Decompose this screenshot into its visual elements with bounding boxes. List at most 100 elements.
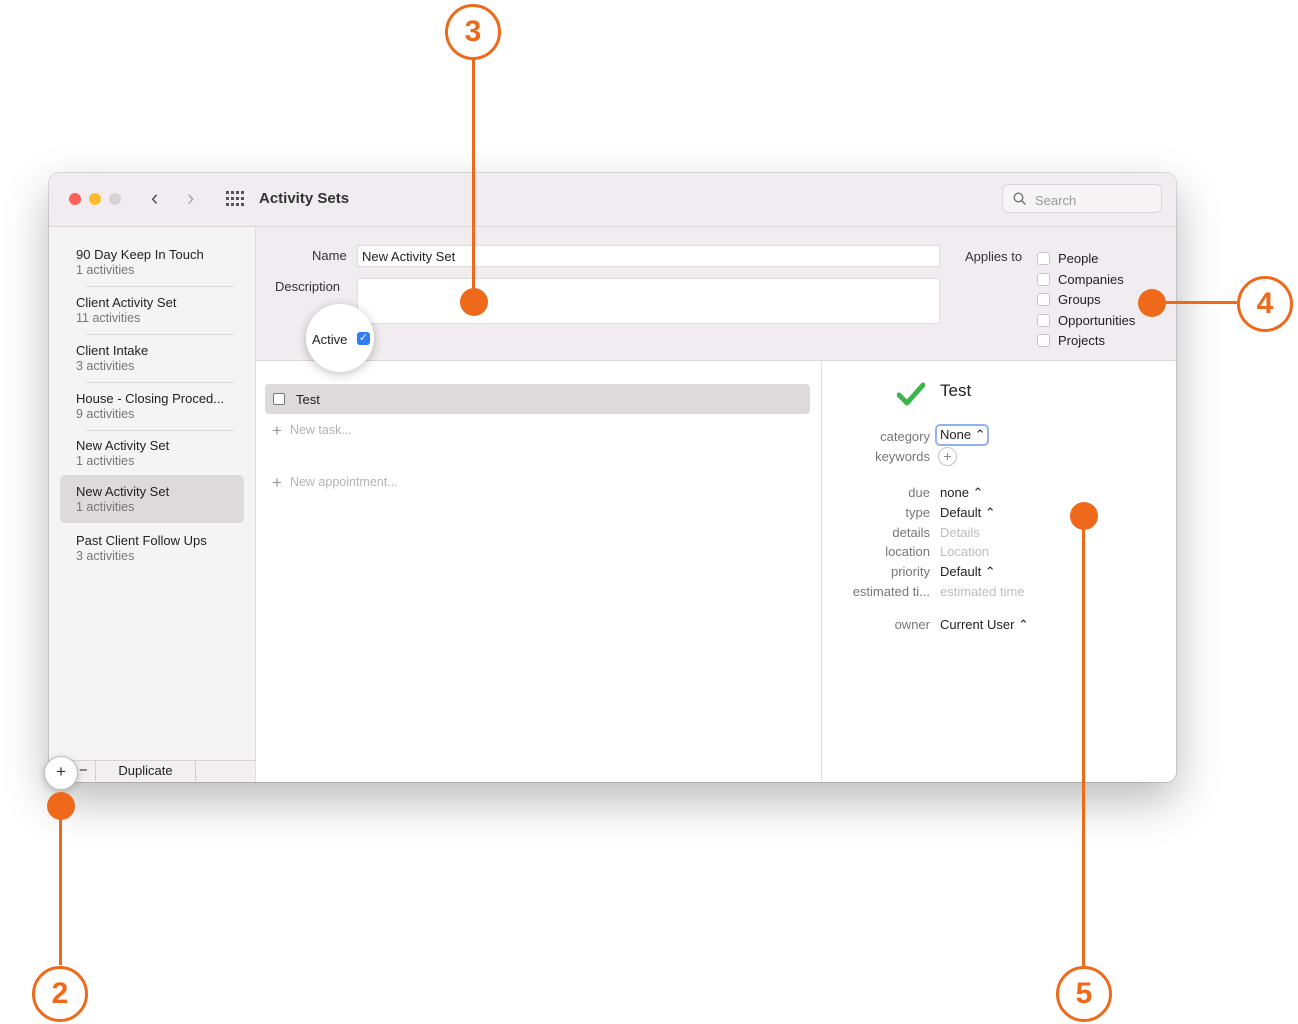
add-keyword-button[interactable]: + — [938, 447, 957, 466]
callout-5-line — [1082, 522, 1085, 966]
option-label: Companies — [1058, 272, 1124, 287]
location-field[interactable]: Location — [940, 544, 989, 559]
list-item-count: 11 activities — [76, 311, 141, 325]
list-item-count: 1 activities — [76, 263, 135, 277]
option-label: Opportunities — [1058, 313, 1136, 328]
name-field[interactable] — [357, 245, 940, 267]
list-footer-toolbar: − Duplicate — [49, 760, 255, 782]
new-task-label: New task... — [289, 423, 352, 437]
type-popup[interactable]: Default ⌃ — [940, 505, 996, 521]
priority-popup[interactable]: Default ⌃ — [940, 564, 996, 580]
new-task-button[interactable]: + New task... — [272, 421, 352, 441]
task-row[interactable]: Test — [265, 384, 810, 414]
activity-sets-window: ‹ › Activity Sets 90 Day Keep In Touch 1… — [49, 173, 1176, 782]
zoom-window-button[interactable] — [109, 193, 121, 205]
callout-5-dot — [1070, 502, 1098, 530]
remove-set-button[interactable]: − — [79, 761, 93, 780]
close-window-button[interactable] — [69, 193, 81, 205]
option-label: People — [1058, 251, 1099, 266]
list-item[interactable]: Client Intake 3 activities — [60, 334, 244, 383]
plus-icon: + — [272, 421, 282, 440]
callout-2-line — [59, 810, 62, 965]
activity-title: Test — [940, 381, 972, 400]
activity-list: Test + New task... + New appointment... — [256, 361, 822, 782]
callout-3-badge: 3 — [445, 4, 501, 60]
checkbox[interactable] — [1037, 252, 1050, 265]
checkbox[interactable] — [1037, 314, 1050, 327]
option-label: Groups — [1058, 292, 1101, 307]
checkbox[interactable] — [1037, 293, 1050, 306]
location-label: location — [885, 544, 930, 559]
list-item[interactable]: 90 Day Keep In Touch 1 activities — [60, 238, 244, 287]
list-item[interactable]: House - Closing Proced... 9 activities — [60, 382, 244, 431]
callout-3-dot — [460, 288, 488, 316]
task-title: Test — [296, 392, 320, 407]
duplicate-button[interactable]: Duplicate — [95, 761, 196, 781]
list-item-name: House - Closing Proced... — [76, 391, 225, 406]
search-input[interactable] — [1033, 190, 1157, 210]
checkbox[interactable] — [1037, 334, 1050, 347]
due-label: due — [908, 485, 930, 500]
window-title: Activity Sets — [259, 190, 350, 207]
list-item-count: 9 activities — [76, 407, 135, 421]
active-toggle-magnifier: Active ✓ — [306, 304, 374, 372]
app-grid-icon[interactable] — [226, 191, 244, 207]
callout-3-line — [472, 58, 475, 296]
list-item[interactable]: Client Activity Set 11 activities — [60, 286, 244, 335]
list-item-name: New Activity Set — [76, 484, 170, 499]
details-field[interactable]: Details — [940, 525, 980, 540]
plus-icon: + — [272, 473, 282, 492]
estimated-time-label: estimated ti... — [852, 584, 930, 599]
due-popup[interactable]: none ⌃ — [940, 485, 983, 501]
list-item-name: New Activity Set — [76, 438, 170, 453]
list-item-name: Past Client Follow Ups — [76, 533, 207, 548]
callout-4-badge: 4 — [1237, 276, 1293, 332]
callout-4-line — [1158, 301, 1238, 304]
estimated-time-field[interactable]: estimated time — [940, 584, 1025, 599]
search-field[interactable] — [1002, 184, 1162, 213]
list-item-name: 90 Day Keep In Touch — [76, 247, 204, 262]
owner-label: owner — [894, 617, 930, 632]
activity-detail-panel: Test category None ⌃ keywords + due none… — [822, 361, 1176, 782]
checkbox[interactable] — [1037, 273, 1050, 286]
back-icon[interactable]: ‹ — [151, 187, 158, 209]
callout-2-dot — [47, 792, 75, 820]
list-item-count: 3 activities — [76, 549, 135, 563]
new-appointment-label: New appointment... — [289, 475, 398, 489]
task-checkbox[interactable] — [273, 393, 285, 405]
list-item[interactable]: Past Client Follow Ups 3 activities — [60, 524, 244, 572]
description-label: Description — [275, 279, 341, 294]
type-label: type — [905, 505, 930, 520]
category-popup[interactable]: None ⌃ — [935, 424, 989, 446]
add-set-button[interactable]: + — [44, 756, 78, 790]
active-checkbox[interactable]: ✓ — [357, 332, 370, 345]
list-item-name: Client Intake — [76, 343, 149, 358]
priority-label: priority — [890, 564, 930, 579]
callout-2-badge: 2 — [32, 966, 88, 1022]
list-item[interactable]: New Activity Set 1 activities — [60, 429, 244, 477]
active-label: Active — [312, 332, 348, 347]
list-item-selected[interactable]: New Activity Set 1 activities — [60, 475, 244, 523]
callout-4-dot — [1138, 289, 1166, 317]
keywords-label: keywords — [875, 449, 930, 464]
list-item-name: Client Activity Set — [76, 295, 177, 310]
activity-set-form: Name Description Active ✓ Applies to Peo… — [256, 227, 1176, 372]
activity-set-list: 90 Day Keep In Touch 1 activities Client… — [49, 227, 256, 782]
name-label: Name — [312, 248, 347, 263]
forward-icon[interactable]: › — [187, 187, 194, 209]
list-item-count: 1 activities — [76, 500, 135, 514]
titlebar: ‹ › Activity Sets — [49, 173, 1176, 227]
option-label: Projects — [1058, 333, 1105, 348]
list-item-count: 1 activities — [76, 454, 135, 468]
new-appointment-button[interactable]: + New appointment... — [272, 473, 398, 493]
details-label: details — [892, 525, 930, 540]
task-check-icon — [897, 382, 925, 406]
list-item-count: 3 activities — [76, 359, 135, 373]
minimize-window-button[interactable] — [89, 193, 101, 205]
description-field[interactable] — [357, 278, 940, 324]
search-icon — [1013, 192, 1027, 206]
callout-5-badge: 5 — [1056, 966, 1112, 1022]
category-label: category — [880, 429, 930, 444]
applies-to-label: Applies to — [965, 249, 1023, 264]
owner-popup[interactable]: Current User ⌃ — [940, 617, 1029, 633]
